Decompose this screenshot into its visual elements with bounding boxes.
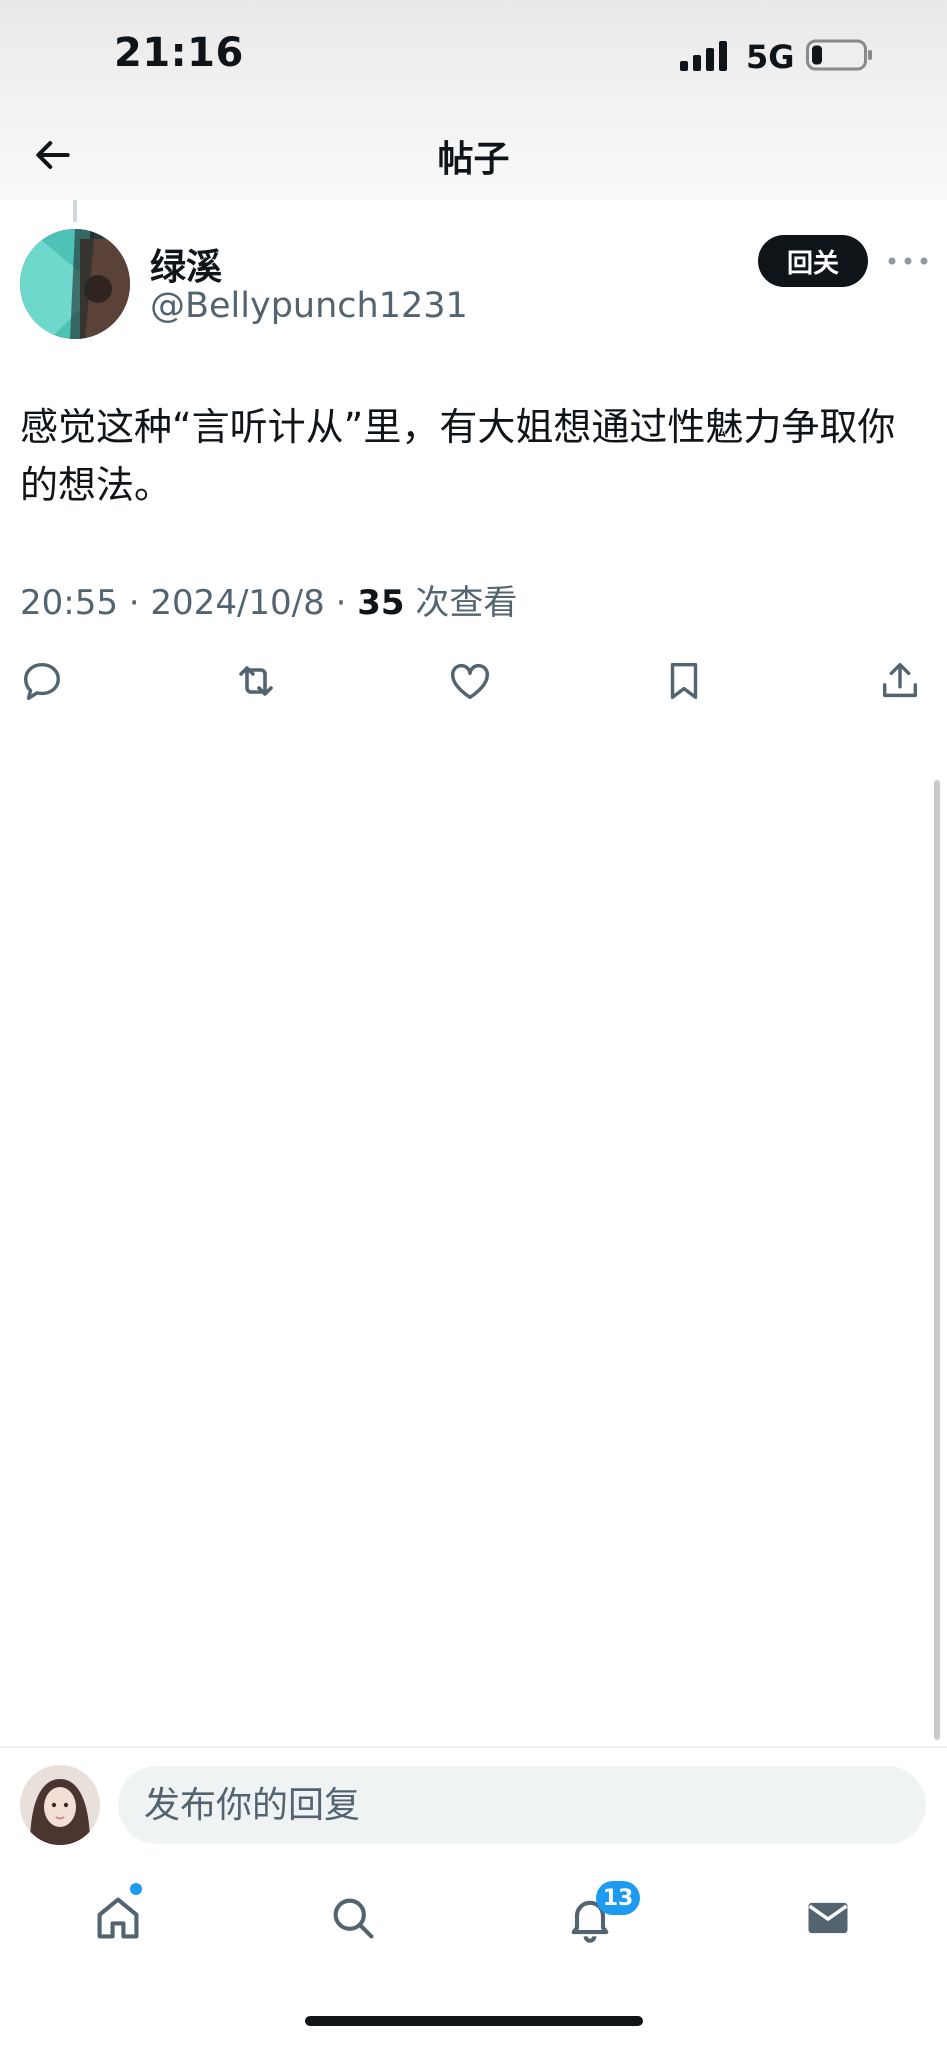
messages-icon [808, 1902, 848, 1934]
meta-separator: · [335, 583, 358, 623]
like-icon [451, 663, 489, 700]
repost-icon [239, 666, 273, 696]
view-label: 次查看 [415, 583, 518, 623]
reply-icon [23, 662, 61, 700]
scrollbar[interactable] [934, 780, 940, 1740]
nav-home[interactable] [88, 1888, 148, 1948]
repost-button[interactable] [230, 655, 282, 707]
home-indicator[interactable] [305, 2016, 643, 2026]
search-icon [333, 1898, 374, 1939]
post-time: 20:55 [20, 583, 118, 623]
battery-icon [806, 39, 872, 71]
page-title: 帖子 [437, 139, 510, 180]
status-time: 21:16 [114, 30, 244, 76]
share-button[interactable] [874, 655, 926, 707]
divider [0, 1746, 947, 1748]
notification-badge: 13 [596, 1881, 640, 1915]
thread-connector-line [73, 200, 77, 222]
post-text: 感觉这种“言听计从”里，有大姐想通过性魅力争取你的想法。 [20, 405, 896, 507]
reply-input[interactable] [118, 1766, 926, 1844]
home-unread-dot [130, 1883, 142, 1895]
home-icon [97, 1897, 139, 1939]
cellular-signal-icon [680, 41, 727, 71]
bookmark-icon [670, 662, 698, 700]
post-date: 2024/10/8 [150, 583, 325, 623]
nav-messages[interactable] [798, 1888, 858, 1948]
author-handle[interactable]: @Bellypunch1231 [150, 286, 468, 326]
nav-search[interactable] [323, 1888, 383, 1948]
author-avatar[interactable] [20, 229, 130, 339]
my-avatar[interactable] [20, 1765, 100, 1845]
bookmark-button[interactable] [658, 655, 710, 707]
like-button[interactable] [444, 655, 496, 707]
meta-separator: · [128, 583, 151, 623]
view-count: 35 [357, 583, 405, 623]
author-avatar-image [20, 229, 130, 339]
reply-button[interactable] [16, 655, 68, 707]
network-label: 5G [746, 38, 795, 76]
post-meta: 20:55 · 2024/10/8 · 35 次查看 [20, 575, 517, 624]
follow-back-button[interactable]: 回关 [758, 235, 868, 287]
my-avatar-image [20, 1765, 100, 1845]
more-options-icon[interactable] [886, 248, 930, 274]
share-icon [882, 662, 918, 698]
author-name[interactable]: 绿溪 [150, 238, 222, 290]
